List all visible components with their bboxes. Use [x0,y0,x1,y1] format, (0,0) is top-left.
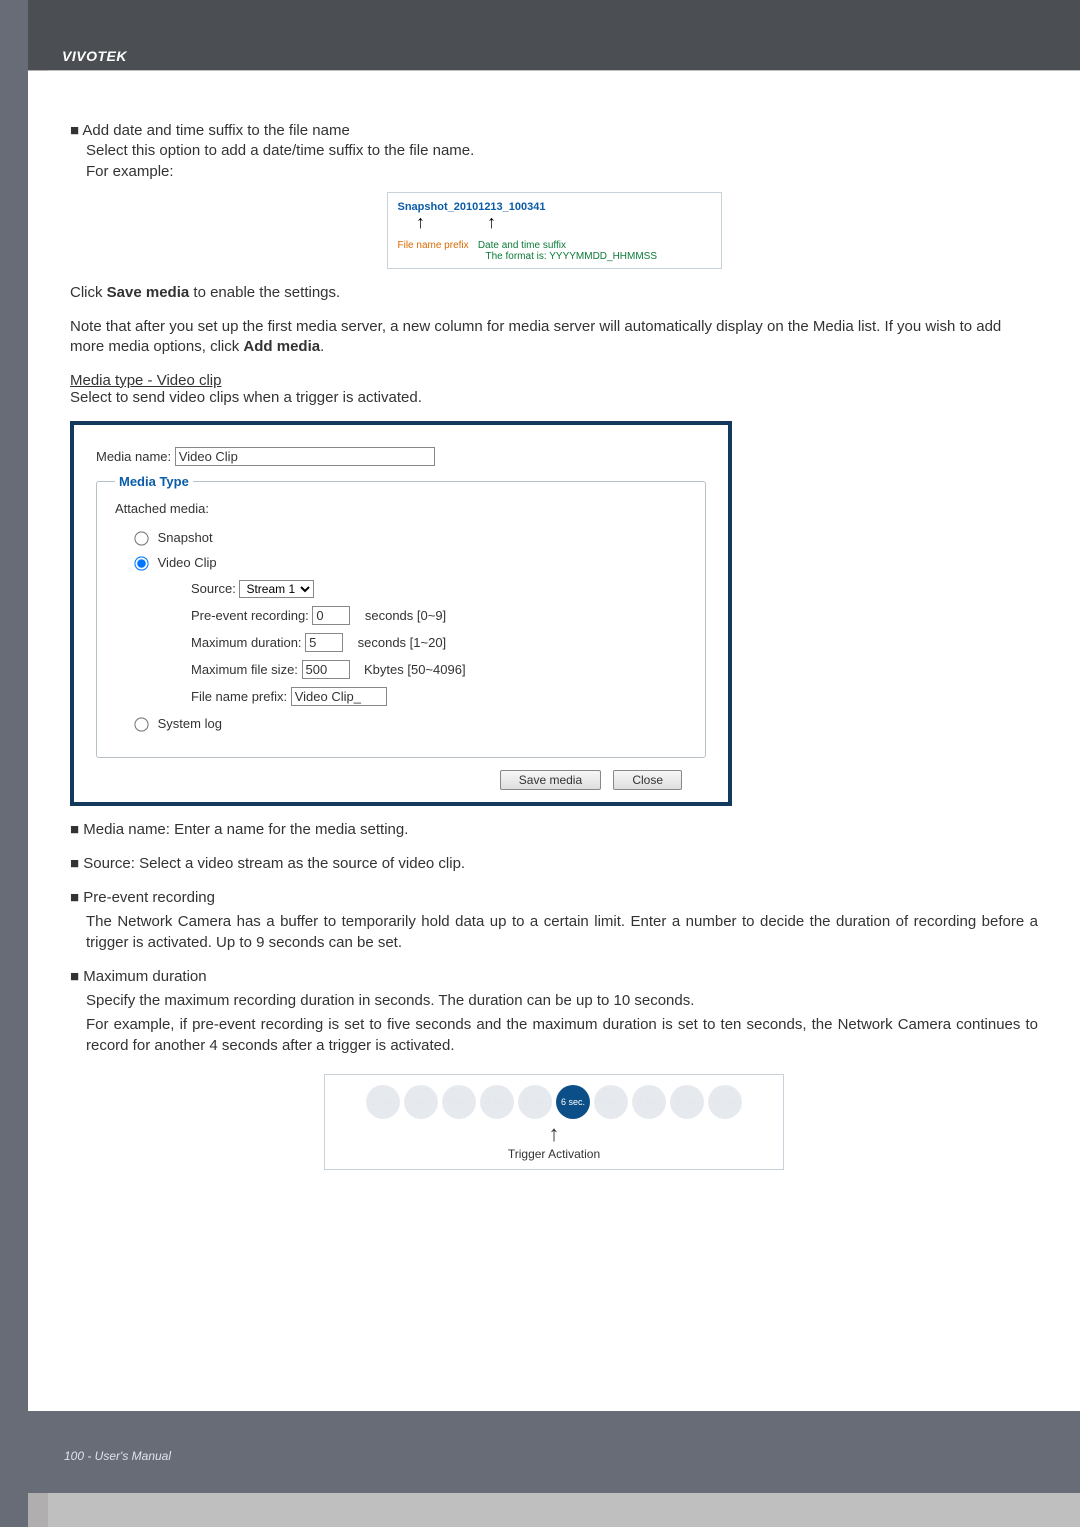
txt: to enable the settings. [189,284,340,301]
source-select[interactable]: Stream 1 [239,580,314,598]
heading-add-suffix: Add date and time suffix to the file nam… [82,122,349,139]
example-filename: Snapshot_20101213_100341 [398,201,711,213]
radio-syslog-row[interactable]: System log [135,716,687,731]
brand-title: VIVOTEK [62,48,127,64]
prefix-input[interactable] [291,687,387,706]
txt: Note that after you set up the first med… [70,318,1001,355]
attached-label: Attached media: [115,501,687,516]
underlined-heading: Media type - Video clip [70,372,221,389]
max-duration-label: Maximum duration: [191,635,302,650]
save-media-button[interactable]: Save media [500,770,601,790]
example-format-label: The format is: YYYYMMDD_HHMMSS [486,251,711,262]
dialog-button-bar: Save media Close [96,770,706,790]
page-footer: 100 - User's Manual [28,1411,1080,1493]
suffix-line1: Select this option to add a date/time su… [70,141,1038,161]
arrow-up-icon: ↑ [335,1123,773,1145]
page-content: ■ Add date and time suffix to the file n… [28,71,1080,1411]
media-type-heading: Media type - Video clip [70,372,1038,389]
bullet-media-name: ■ Media name: Enter a name for the media… [70,820,1038,840]
arrow-up-icon: ↑ [416,213,426,231]
bold-add-media: Add media [243,338,320,355]
dot-1: 1 sec. [366,1085,400,1119]
header-band: VIVOTEK [28,0,1080,70]
media-name-input[interactable] [175,447,435,466]
videoclip-options: Source: Stream 1 Pre-event recording: se… [191,580,687,706]
example-prefix-label: File name prefix [398,240,469,251]
radio-syslog-label: System log [158,716,222,731]
bullet-pre-event: ■ Pre-event recording [70,888,1038,908]
dot-2: 2 sec. [404,1085,438,1119]
txt: Pre-event recording [83,889,215,906]
dot-8: 8 sec. [632,1085,666,1119]
radio-snapshot[interactable] [134,531,148,545]
max-filesize-label: Maximum file size: [191,662,298,677]
txt: Source: Select a video stream as the sou… [83,855,465,872]
media-type-legend: Media Type [115,474,193,489]
dot-3: 3 sec. [442,1085,476,1119]
arrow-up-icon: ↑ [487,213,497,231]
media-dialog: Media name: Media Type Attached media: S… [70,421,732,806]
trigger-diagram: 1 sec. 2 sec. 3 sec. 4 sec. 5 sec. 6 sec… [324,1074,784,1170]
radio-snapshot-row[interactable]: Snapshot [135,530,687,545]
max-duration-unit: seconds [1~20] [358,635,447,650]
p-save-media: Click Save media to enable the settings. [70,283,1038,303]
dot-9: 9 sec. [670,1085,704,1119]
dot-4: 4 sec. [480,1085,514,1119]
dot-7: 7 sec. [594,1085,628,1119]
media-name-label: Media name: [96,449,171,464]
radio-snapshot-label: Snapshot [158,530,213,545]
txt: Click [70,284,107,301]
section-add-suffix: ■ Add date and time suffix to the file n… [70,121,1038,182]
txt: Media name: Enter a name for the media s… [83,821,408,838]
max-filesize-unit: Kbytes [50~4096] [364,662,466,677]
media-type-fieldset: Media Type Attached media: Snapshot Vide… [96,474,706,758]
p-note: Note that after you set up the first med… [70,317,1038,358]
dot-6-active: 6 sec. [556,1085,590,1119]
max-duration-input[interactable] [305,633,343,652]
dot-10: 10 sec. [708,1085,742,1119]
dots-row: 1 sec. 2 sec. 3 sec. 4 sec. 5 sec. 6 sec… [335,1085,773,1119]
source-label: Source: [191,581,236,596]
max-filesize-input[interactable] [302,660,350,679]
bullet-max-duration-text1: Specify the maximum recording duration i… [70,991,1038,1011]
radio-videoclip-row[interactable]: Video Clip [135,555,687,570]
bullet-max-duration: ■ Maximum duration [70,967,1038,987]
bullet-max-duration-text2: For example, if pre-event recording is s… [70,1015,1038,1056]
suffix-line2: For example: [70,162,1038,182]
pre-event-label: Pre-event recording: [191,608,309,623]
side-dark-band [0,0,28,1527]
media-name-row: Media name: [96,447,706,466]
dot-5: 5 sec. [518,1085,552,1119]
close-button[interactable]: Close [613,770,682,790]
radio-videoclip-label: Video Clip [158,555,217,570]
trigger-caption: Trigger Activation [335,1147,773,1161]
example-suffix-label: Date and time suffix [478,240,566,251]
txt: Maximum duration [83,968,206,985]
radio-syslog[interactable] [134,717,148,731]
bold-save-media: Save media [107,284,190,301]
bullet-source: ■ Source: Select a video stream as the s… [70,854,1038,874]
prefix-label: File name prefix: [191,689,287,704]
bullet-pre-event-text: The Network Camera has a buffer to tempo… [70,912,1038,953]
media-type-sub: Select to send video clips when a trigge… [70,389,1038,406]
pre-event-input[interactable] [312,606,350,625]
txt: . [320,338,324,355]
footer-text: 100 - User's Manual [64,1449,171,1463]
pre-event-unit: seconds [0~9] [365,608,446,623]
filename-example-box: Snapshot_20101213_100341 ↑ ↑ File name p… [387,192,722,269]
radio-videoclip[interactable] [134,556,148,570]
